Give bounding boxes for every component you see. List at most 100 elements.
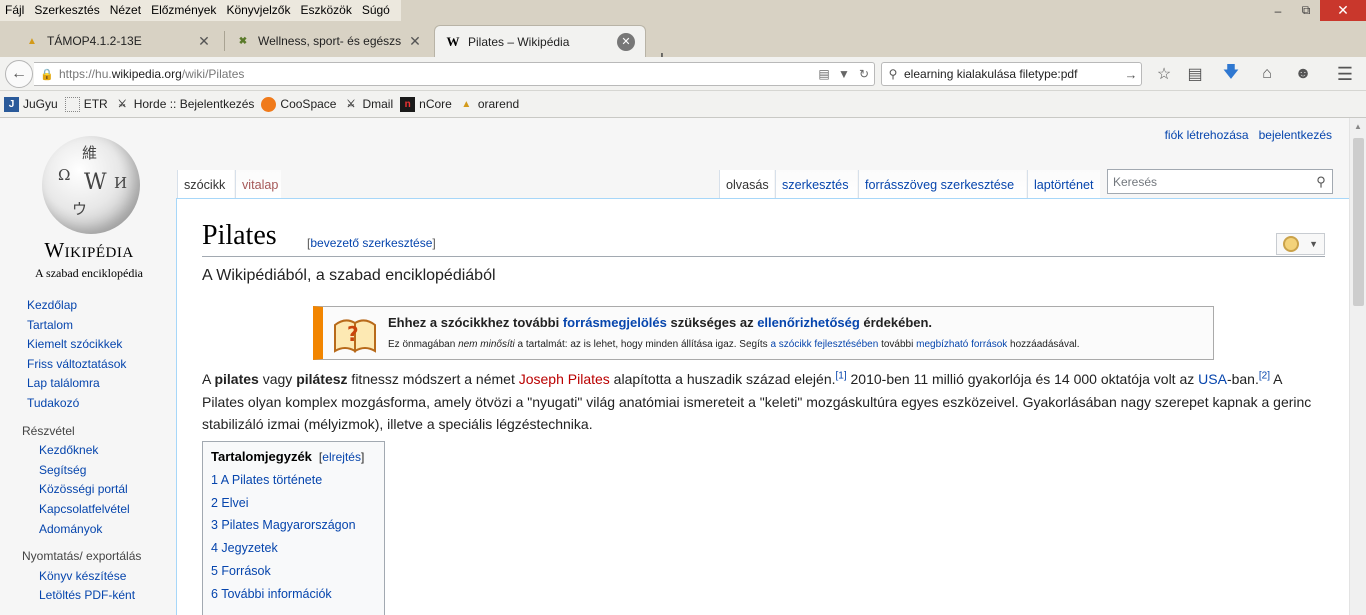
wikipedia-logo[interactable]: 維 Ω W И ウ Wikipédia A szabad enciklopédi…: [20, 130, 156, 280]
browser-tab-wellness[interactable]: ✖ Wellness, sport- és egészs... ✕: [225, 25, 433, 57]
reference-1[interactable]: [1]: [836, 370, 847, 381]
logo-tagline: A szabad enciklopédia: [35, 266, 143, 280]
browser-tab-pilates[interactable]: W Pilates – Wikipédia ✕: [434, 25, 646, 57]
scroll-up-icon[interactable]: ▲: [1350, 118, 1366, 135]
bookmark-label: orarend: [477, 97, 520, 111]
menu-history[interactable]: Előzmények: [146, 0, 221, 21]
reference-2[interactable]: [2]: [1259, 370, 1270, 381]
improve-article-link[interactable]: a szócikk fejlesztésében: [770, 339, 878, 350]
home-icon[interactable]: ⌂: [1256, 64, 1278, 84]
watch-dropdown[interactable]: ▼: [1276, 233, 1325, 255]
horde-icon: ⚔: [117, 98, 127, 110]
search-input[interactable]: elearning kialakulása filetype:pdf: [904, 67, 1121, 81]
window-close-icon[interactable]: ✕: [1320, 0, 1366, 21]
sidebar-item-download-pdf[interactable]: Letöltés PDF-ként: [0, 586, 176, 606]
toc-item-hungary[interactable]: 3 Pilates Magyarországon: [211, 514, 376, 537]
usa-link[interactable]: USA: [1198, 371, 1227, 387]
menu-help[interactable]: Súgó: [357, 0, 395, 21]
bookmark-jugyu[interactable]: J JuGyu: [4, 96, 58, 112]
bookmark-coospace[interactable]: CooSpace: [261, 96, 336, 112]
sidebar-item-beginners[interactable]: Kezdőknek: [0, 441, 176, 461]
search-go-icon[interactable]: →: [1121, 67, 1141, 82]
toc-item-more-info[interactable]: 6 További információk: [211, 583, 376, 606]
logo-wordmark: Wikipédia: [44, 238, 134, 262]
tab-history[interactable]: laptörténet: [1027, 170, 1100, 198]
toc-list: 1 A Pilates története 2 Elvei 3 Pilates …: [211, 469, 376, 605]
menu-view[interactable]: Nézet: [105, 0, 146, 21]
heading-divider: [202, 256, 1325, 257]
url-text[interactable]: https://hu.wikipedia.org/wiki/Pilates: [59, 67, 814, 81]
sidebar-item-help-desk[interactable]: Tudakozó: [0, 394, 176, 414]
bookmark-orarend[interactable]: ▲ orarend: [459, 97, 519, 112]
reading-list-icon[interactable]: ▤: [1184, 64, 1206, 84]
toc-item-notes[interactable]: 4 Jegyzetek: [211, 537, 376, 560]
tab-edit[interactable]: szerkesztés: [775, 170, 857, 198]
bookmark-horde[interactable]: ⚔ Horde :: Bejelentkezés: [115, 97, 255, 112]
tab-talk[interactable]: vitalap: [235, 170, 281, 198]
sidebar-item-recent-changes[interactable]: Friss változtatások: [0, 355, 176, 375]
sidebar-item-create-book[interactable]: Könyv készítése: [0, 567, 176, 587]
menu-file[interactable]: Fájl: [0, 0, 29, 21]
tab-edit-source[interactable]: forrásszöveg szerkesztése: [858, 170, 1026, 198]
tab-close-icon[interactable]: ✕: [196, 33, 212, 49]
minimize-icon[interactable]: –: [1264, 0, 1292, 21]
tab-close-icon[interactable]: ✕: [407, 33, 423, 49]
sidebar-item-featured[interactable]: Kiemelt szócikkek: [0, 335, 176, 355]
url-bar[interactable]: 🔒 https://hu.wikipedia.org/wiki/Pilates …: [34, 62, 875, 86]
toc-item-principles[interactable]: 2 Elvei: [211, 492, 376, 515]
bookmark-etr[interactable]: ETR: [64, 96, 108, 112]
restore-icon[interactable]: ⧉: [1292, 0, 1320, 21]
browser-tab-tamop[interactable]: ▲ TÁMOP4.1.2-13E ✕: [14, 25, 222, 57]
joseph-pilates-link[interactable]: Joseph Pilates: [519, 371, 610, 387]
navigation-bar: 🔒 https://hu.wikipedia.org/wiki/Pilates …: [0, 57, 1366, 91]
bookmark-label: nCore: [419, 97, 452, 111]
bookmark-dmail[interactable]: ⚔ Dmail: [343, 97, 393, 112]
toc-item-sources[interactable]: 5 Források: [211, 560, 376, 583]
login-link[interactable]: bejelentkezés: [1259, 128, 1332, 142]
menu-edit[interactable]: Szerkesztés: [29, 0, 104, 21]
reader-view-icon[interactable]: ▤: [814, 67, 834, 81]
scrollbar-thumb[interactable]: [1353, 138, 1364, 306]
sidebar-item-contact[interactable]: Kapcsolatfelvétel: [0, 500, 176, 520]
window-controls: – ⧉ ✕: [1264, 0, 1366, 21]
sidebar-item-random[interactable]: Lap találomra: [0, 374, 176, 394]
sidebar-item-donate[interactable]: Adományok: [0, 520, 176, 540]
tab-title: TÁMOP4.1.2-13E: [47, 34, 142, 48]
chat-icon[interactable]: ☻: [1292, 64, 1314, 84]
wiki-search-input[interactable]: Keresés: [1108, 175, 1310, 189]
toc-title: Tartalomjegyzék: [211, 449, 312, 464]
page-scrollbar[interactable]: ▲: [1349, 118, 1366, 615]
toc-hide-link[interactable]: [elrejtés]: [319, 450, 364, 464]
back-button-icon[interactable]: ←: [5, 60, 33, 88]
dmail-icon: ⚔: [346, 98, 356, 110]
bookmark-ncore[interactable]: n nCore: [400, 96, 452, 112]
edit-intro-link[interactable]: [bevezető szerkesztése]: [307, 236, 436, 250]
verifiability-link[interactable]: ellenőrizhetőség: [757, 315, 860, 330]
reload-icon[interactable]: ↻: [854, 67, 874, 81]
magnifier-icon[interactable]: ⚲: [1310, 174, 1332, 190]
tab-read[interactable]: olvasás: [719, 170, 774, 198]
search-bar[interactable]: ⚲ elearning kialakulása filetype:pdf →: [881, 62, 1142, 86]
tab-close-icon[interactable]: ✕: [617, 32, 635, 51]
citation-link[interactable]: forrásmegjelölés: [563, 315, 667, 330]
reliable-sources-link[interactable]: megbízható források: [916, 339, 1007, 350]
bookmark-star-icon[interactable]: ☆: [1153, 64, 1175, 84]
bookmark-label: ETR: [83, 97, 108, 111]
sidebar-item-main-page[interactable]: Kezdőlap: [0, 296, 176, 316]
hamburger-menu-icon[interactable]: ☰: [1334, 64, 1356, 84]
chevron-down-icon: ▼: [1309, 239, 1318, 249]
create-account-link[interactable]: fiók létrehozása: [1165, 128, 1249, 142]
pma-icon: ▲: [461, 98, 472, 110]
toc-item-history[interactable]: 1 A Pilates története: [211, 469, 376, 492]
dropdown-arrow-icon[interactable]: ▼: [834, 67, 854, 81]
tab-article[interactable]: szócikk: [177, 170, 234, 198]
download-icon[interactable]: 🡇: [1220, 64, 1242, 84]
menu-bookmarks[interactable]: Könyvjelzők: [221, 0, 295, 21]
sidebar-item-community[interactable]: Közösségi portál: [0, 480, 176, 500]
notice-subtext: Ez önmagában nem minősíti a tartalmát: a…: [388, 339, 1080, 350]
sidebar-item-contents[interactable]: Tartalom: [0, 316, 176, 336]
menu-tools[interactable]: Eszközök: [295, 0, 356, 21]
sidebar-item-help[interactable]: Segítség: [0, 461, 176, 481]
wiki-search-field[interactable]: Keresés ⚲: [1107, 169, 1333, 194]
coospace-icon: [261, 96, 277, 112]
